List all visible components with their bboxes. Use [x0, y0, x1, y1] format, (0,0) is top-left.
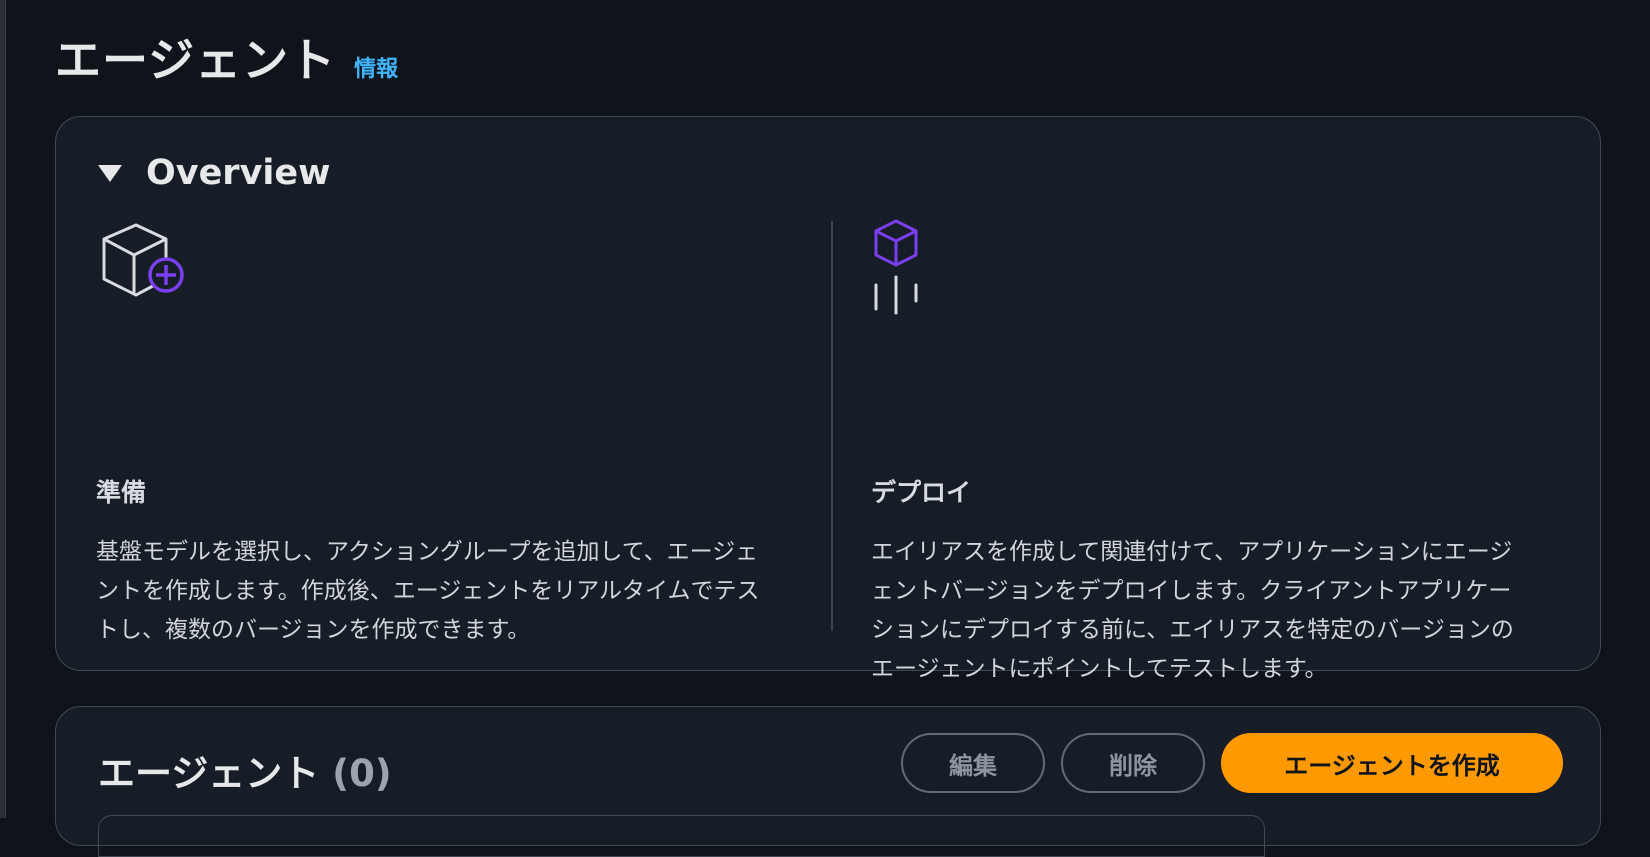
page-header: エージェント 情報: [55, 24, 398, 90]
agents-title-label: エージェント: [98, 752, 320, 795]
cube-deploy-icon: [874, 219, 918, 315]
overview-toggle[interactable]: Overview: [98, 153, 330, 193]
overview-title: Overview: [146, 153, 331, 193]
step-heading-prepare: 準備: [96, 478, 147, 507]
edit-button[interactable]: 編集: [901, 733, 1045, 793]
agents-count: (0): [332, 752, 392, 795]
column-divider: [831, 221, 833, 631]
agents-title: エージェント (0): [98, 743, 392, 797]
caret-down-icon: [98, 164, 122, 182]
agents-panel: エージェント (0) 編集 削除 エージェントを作成: [55, 706, 1601, 857]
agents-table: [98, 815, 1265, 857]
step-heading-deploy: デプロイ: [871, 478, 972, 507]
delete-button[interactable]: 削除: [1061, 733, 1205, 793]
cube-plus-icon: [102, 223, 184, 297]
create-agent-button[interactable]: エージェントを作成: [1221, 733, 1563, 793]
left-rail: [0, 0, 6, 818]
info-link[interactable]: 情報: [354, 51, 398, 83]
page-title: エージェント: [55, 33, 337, 87]
step-description-deploy: エイリアスを作成して関連付けて、アプリケーションにエージェントバージョンをデプロ…: [871, 539, 1514, 682]
overview-panel: Overview 準備 基盤モデルを選択し、アクショングループを追加して、エージ…: [55, 116, 1601, 682]
step-description-prepare: 基盤モデルを選択し、アクショングループを追加して、エージェントを作成します。作成…: [96, 539, 760, 643]
